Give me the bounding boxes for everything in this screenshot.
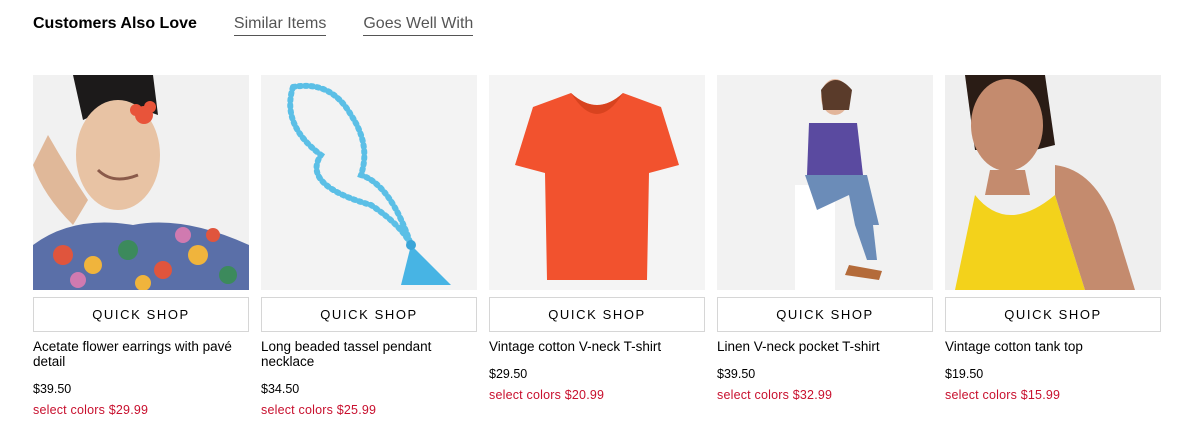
product-image-vneck-tee[interactable] [489, 75, 705, 290]
quick-shop-button[interactable]: QUICK SHOP [489, 297, 705, 332]
quick-shop-button[interactable]: QUICK SHOP [945, 297, 1161, 332]
woman-floral-blouse-photo [33, 75, 249, 290]
product-card: QUICK SHOP Vintage cotton V-neck T-shirt… [489, 75, 705, 417]
product-name-link[interactable]: Vintage cotton tank top [945, 339, 1159, 354]
product-name-link[interactable]: Acetate flower earrings with pavé detail [33, 339, 247, 369]
tab-customers-also-love[interactable]: Customers Also Love [33, 14, 197, 34]
product-name-link[interactable]: Vintage cotton V-neck T-shirt [489, 339, 703, 354]
turquoise-bead-necklace-photo [261, 75, 477, 290]
product-card: QUICK SHOP Linen V-neck pocket T-shirt $… [717, 75, 933, 417]
sale-price: select colors $20.99 [489, 388, 605, 402]
tab-goes-well-with[interactable]: Goes Well With [363, 14, 474, 36]
product-price: $39.50 [717, 367, 756, 381]
product-image-earrings[interactable] [33, 75, 249, 290]
sale-price: select colors $29.99 [33, 403, 149, 417]
quick-shop-button[interactable]: QUICK SHOP [33, 297, 249, 332]
quick-shop-button[interactable]: QUICK SHOP [261, 297, 477, 332]
product-price: $34.50 [261, 382, 300, 396]
sale-price: select colors $25.99 [261, 403, 377, 417]
woman-yellow-tank-photo [945, 75, 1161, 290]
product-name-link[interactable]: Linen V-neck pocket T-shirt [717, 339, 931, 354]
product-image-tank-top[interactable] [945, 75, 1161, 290]
product-card: QUICK SHOP Long beaded tassel pendant ne… [261, 75, 477, 417]
product-price: $29.50 [489, 367, 528, 381]
orange-tshirt-photo [489, 75, 705, 290]
product-grid: QUICK SHOP Acetate flower earrings with … [33, 75, 1161, 417]
product-card: QUICK SHOP Acetate flower earrings with … [33, 75, 249, 417]
tab-similar-items[interactable]: Similar Items [233, 14, 327, 36]
sale-price: select colors $15.99 [945, 388, 1061, 402]
product-image-necklace[interactable] [261, 75, 477, 290]
product-image-pocket-tee[interactable] [717, 75, 933, 290]
seated-woman-purple-tee-photo [717, 75, 933, 290]
recommendation-tabs: Customers Also Love Similar Items Goes W… [33, 14, 510, 38]
product-price: $19.50 [945, 367, 984, 381]
quick-shop-button[interactable]: QUICK SHOP [717, 297, 933, 332]
product-card: QUICK SHOP Vintage cotton tank top $19.5… [945, 75, 1161, 417]
product-price: $39.50 [33, 382, 72, 396]
product-name-link[interactable]: Long beaded tassel pendant necklace [261, 339, 475, 369]
sale-price: select colors $32.99 [717, 388, 833, 402]
